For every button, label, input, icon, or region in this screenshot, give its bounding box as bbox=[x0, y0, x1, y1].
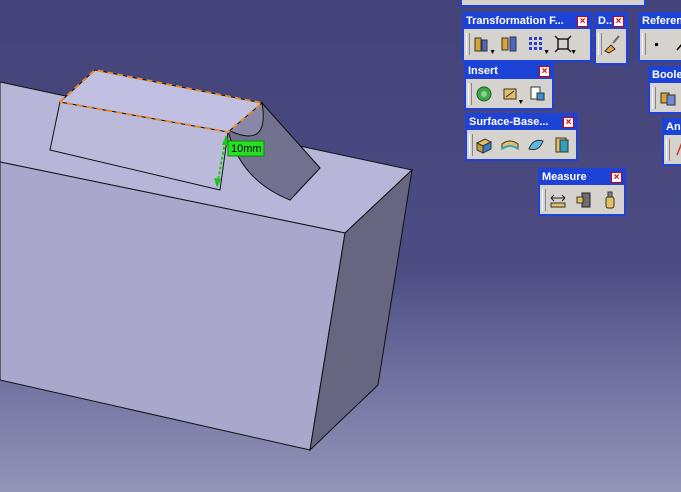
thick-surface-icon bbox=[501, 140, 519, 150]
measure-item-button[interactable] bbox=[572, 188, 595, 212]
close-icon[interactable]: × bbox=[611, 172, 622, 183]
analysis-icon bbox=[676, 142, 681, 156]
toolbar-analysis[interactable]: Ana bbox=[662, 118, 681, 166]
3d-viewport[interactable]: 10mm bbox=[0, 0, 681, 492]
toolbar-title[interactable]: Transformation F... × bbox=[464, 14, 590, 29]
feature-insert-icon bbox=[530, 86, 545, 101]
toolbar-title[interactable]: Insert × bbox=[466, 64, 552, 79]
sew-surface-icon bbox=[555, 137, 569, 153]
translate-button[interactable]: ▼ bbox=[470, 32, 496, 56]
toolbar-reference-elements[interactable]: Referen bbox=[638, 12, 681, 62]
analysis-button[interactable] bbox=[670, 138, 681, 162]
toolbar-title[interactable]: D.. × bbox=[596, 14, 626, 29]
insert-feature-button[interactable] bbox=[525, 82, 549, 106]
toolbar-title[interactable]: Ana bbox=[664, 120, 681, 135]
close-surface-icon bbox=[528, 139, 544, 151]
draft-brush-icon bbox=[604, 35, 620, 54]
toolbar-measure[interactable]: Measure × bbox=[538, 168, 626, 216]
point-icon bbox=[655, 43, 658, 46]
boolean-assemble-icon bbox=[660, 92, 676, 106]
close-icon[interactable]: × bbox=[613, 16, 624, 27]
body-icon bbox=[476, 86, 492, 102]
toolbar-title[interactable]: Referen bbox=[640, 14, 681, 29]
sew-surface-button[interactable] bbox=[550, 133, 573, 157]
measure-inertia-button[interactable] bbox=[598, 188, 621, 212]
line-button[interactable] bbox=[671, 32, 681, 56]
thick-surface-button[interactable] bbox=[499, 133, 522, 157]
draft-button[interactable] bbox=[601, 32, 623, 56]
measure-inertia-icon bbox=[605, 191, 614, 209]
toolbar-insert[interactable]: Insert × ▼ bbox=[464, 62, 554, 110]
toolbar-partial-top[interactable] bbox=[460, 0, 646, 7]
close-icon[interactable]: × bbox=[539, 66, 550, 77]
toolbar-title[interactable]: Boole bbox=[650, 68, 681, 83]
measure-between-button[interactable] bbox=[546, 188, 569, 212]
point-button[interactable] bbox=[646, 32, 668, 56]
scaling-button[interactable]: ▼ bbox=[551, 32, 577, 56]
toolbar-boolean-operations[interactable]: Boole bbox=[648, 66, 681, 114]
measure-item-icon bbox=[576, 192, 590, 208]
toolbar-transformation-features[interactable]: Transformation F... × ▼ ▼ ▼ bbox=[462, 12, 592, 62]
measure-between-icon bbox=[550, 194, 565, 208]
split-button[interactable] bbox=[473, 133, 496, 157]
toolbar-title[interactable]: Surface-Base... × bbox=[467, 115, 576, 130]
toolbar-draft[interactable]: D.. × bbox=[594, 12, 628, 65]
rotate-button[interactable] bbox=[497, 32, 521, 56]
assemble-button[interactable] bbox=[656, 86, 680, 110]
insert-sketch-button[interactable]: ▼ bbox=[499, 82, 524, 106]
dimension-label[interactable]: 10mm bbox=[231, 143, 262, 155]
close-surface-button[interactable] bbox=[525, 133, 548, 157]
close-icon[interactable]: × bbox=[563, 117, 574, 128]
line-icon bbox=[676, 44, 681, 51]
toolbar-surface-based-features[interactable]: Surface-Base... × bbox=[465, 113, 578, 161]
rectangular-pattern-button[interactable]: ▼ bbox=[524, 32, 550, 56]
rotate-icon bbox=[501, 36, 517, 52]
toolbar-title[interactable]: Measure × bbox=[540, 170, 624, 185]
split-icon bbox=[476, 138, 493, 154]
close-icon[interactable]: × bbox=[577, 16, 588, 27]
insert-body-button[interactable] bbox=[472, 82, 496, 106]
